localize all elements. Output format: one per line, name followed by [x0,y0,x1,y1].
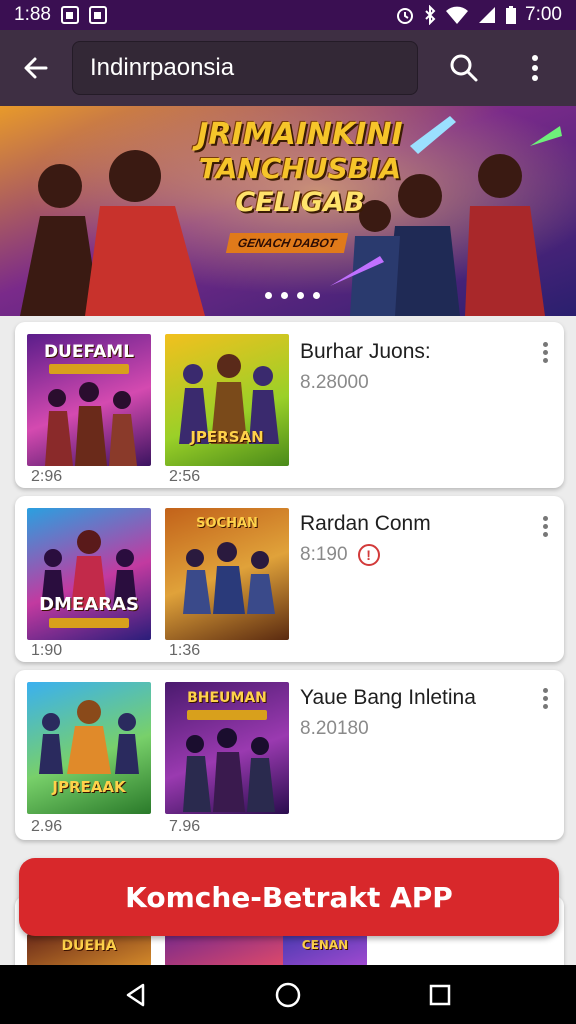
alert-icon[interactable]: ! [357,544,380,566]
game-card[interactable]: DMEARAS 1:90 SOCHAN 1:36 Rardan Conm 8:1… [15,496,564,662]
carousel-dots[interactable] [265,292,320,299]
thumbnail-label: DUEHA [61,938,117,954]
thumbnail-label: DMEARAS [39,594,139,615]
status-bar: 1:88 7:00 [0,0,576,30]
game-thumbnail[interactable]: DUEHA [27,934,151,966]
thumbnail-label: BHEUMAN [187,690,267,706]
status-time-right: 7:00 [525,4,562,25]
square-icon [88,6,107,24]
game-card[interactable]: DUEFAML 2:96 JPERSAN 2:56 Burhar Juons: … [15,322,564,488]
hero-banner[interactable]: JRIMAINKINI TANCHUSBIA CELIGAB GENACH DA… [0,106,576,316]
price-label: 2.96 [31,818,63,835]
game-card[interactable]: JPREAAK 2.96 BHEUMAN 7.96 Yaue Bang Inle… [15,670,564,840]
card-value: 8.28000 [300,372,369,394]
bluetooth-icon [425,5,436,25]
more-options-button[interactable] [510,30,560,106]
game-thumbnail[interactable]: SOCHAN [165,508,289,640]
game-thumbnail[interactable]: JPERSAN [165,334,289,466]
thumbnail-label: DUEFAML [43,342,135,362]
price-label: 7.96 [169,818,201,835]
carousel-dot[interactable] [281,292,288,299]
card-title[interactable]: Rardan Conm [300,512,431,536]
thumbnail-label: JPERSAN [190,428,264,446]
home-circle-icon [275,982,301,1007]
carousel-dot[interactable] [265,292,272,299]
card-value-text: 8.28000 [300,372,369,393]
card-title[interactable]: Yaue Bang Inletina [300,686,476,710]
carousel-dot[interactable] [297,292,304,299]
back-arrow-icon [24,57,48,79]
thumbnail-art [45,382,137,466]
thumbnail-ribbon [49,618,129,628]
thumbnail-art [183,728,275,812]
thumbnail-label: SOCHAN [196,516,258,531]
game-thumbnail[interactable] [165,934,289,966]
back-button[interactable] [0,30,72,106]
price-label: 2:56 [169,468,201,485]
price-label: 1:90 [31,642,63,659]
nav-recents-button[interactable] [410,965,470,1024]
nav-back-button[interactable] [106,965,166,1024]
search-icon [450,54,478,82]
wifi-icon [446,6,469,24]
signal-icon [479,7,496,23]
card-menu-button[interactable] [540,516,550,537]
install-app-button[interactable]: Komche-Betrakt APP [19,858,559,936]
system-nav-bar [0,965,576,1024]
thumbnail-label: JPREAAK [52,778,126,796]
recents-square-icon [429,984,451,1005]
card-value-text: 8.20180 [300,718,369,739]
game-thumbnail[interactable]: JPREAAK [27,682,151,814]
price-label: 1:36 [169,642,201,659]
card-value-text: 8:190 [300,544,348,565]
card-menu-button[interactable] [540,342,550,363]
thumbnail-ribbon [187,710,267,720]
app-bar: Indinrpaonsia [0,30,576,106]
status-time-left: 1:88 [14,4,51,25]
more-vert-icon [532,55,538,81]
thumbnail-ribbon [49,364,129,374]
card-title[interactable]: Burhar Juons: [300,340,431,364]
game-thumbnail[interactable]: DUEFAML [27,334,151,466]
banner-title: JRIMAINKINI TANCHUSBIA CELIGAB [175,118,425,220]
banner-subtitle: GENACH DABOT [225,233,349,253]
game-thumbnail[interactable]: DMEARAS [27,508,151,640]
price-label: 2:96 [31,468,63,485]
gallery-icon [60,6,79,24]
search-button[interactable] [418,30,510,106]
thumbnail-art [183,542,275,614]
back-triangle-icon [126,983,145,1006]
thumbnail-art [179,354,279,444]
search-input[interactable]: Indinrpaonsia [72,41,418,95]
game-thumbnail[interactable]: BHEUMAN [165,682,289,814]
banner-title-line1: JRIMAINKINI [197,117,403,152]
banner-title-line2: TANCHUSBIA [198,152,402,185]
banner-title-line3: CELIGAB [235,187,365,218]
card-menu-button[interactable] [540,688,550,709]
battery-icon [506,6,517,24]
thumbnail-label: CENAN [301,938,349,952]
nav-home-button[interactable] [258,965,318,1024]
carousel-dot[interactable] [313,292,320,299]
search-value: Indinrpaonsia [90,54,235,81]
card-value: 8.20180 [300,718,369,740]
alarm-icon [397,8,414,24]
card-value: 8:190 ! [300,544,380,566]
game-thumbnail[interactable]: CENAN [283,934,367,966]
